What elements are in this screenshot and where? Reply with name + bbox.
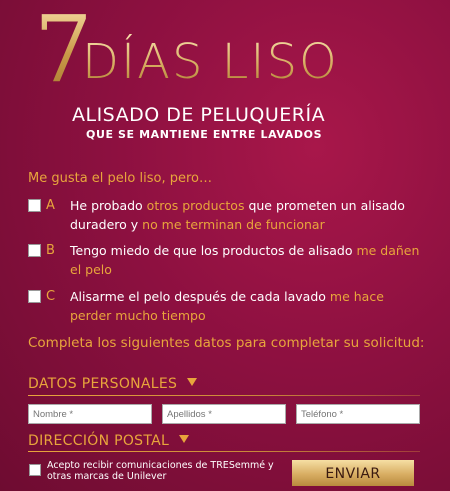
option-a-checkbox[interactable]: [28, 199, 41, 212]
option-c-text: Alisarme el pelo después de cada lavado …: [70, 287, 420, 325]
hero-tagline: QUE SE MANTIENE ENTRE LAVADOS: [86, 128, 323, 141]
telefono-field[interactable]: [296, 404, 420, 424]
option-c-checkbox[interactable]: [28, 290, 41, 303]
option-text-part: He probado: [70, 198, 147, 213]
consent-checkbox[interactable]: [29, 464, 41, 476]
option-b-checkbox[interactable]: [28, 244, 41, 257]
divider: [28, 395, 420, 396]
hero-banner: 7 DÍAS LISO ALISADO DE PELUQUERÍA QUE SE…: [0, 0, 450, 150]
section-postal-label: DIRECCIÓN POSTAL: [28, 433, 170, 449]
option-a-letter: A: [46, 198, 55, 213]
divider: [28, 451, 420, 452]
option-c-letter: C: [46, 289, 56, 304]
section-postal-header[interactable]: DIRECCIÓN POSTAL: [28, 433, 190, 449]
hero-title: DÍAS LISO: [82, 34, 339, 90]
section-personal-header[interactable]: DATOS PERSONALES: [28, 376, 198, 392]
hero-subtitle: ALISADO DE PELUQUERÍA: [72, 104, 326, 126]
send-button[interactable]: ENVIAR: [292, 460, 414, 486]
triangle-down-icon[interactable]: [179, 435, 190, 443]
form-instructions: Completa los siguientes datos para compl…: [28, 335, 425, 351]
option-text-part: Alisarme el pelo después de cada lavado: [70, 289, 330, 304]
triangle-down-icon[interactable]: [187, 378, 198, 386]
option-text-part: Tengo miedo de que los productos de alis…: [70, 243, 357, 258]
section-personal-label: DATOS PERSONALES: [28, 376, 178, 392]
intro-text: Me gusta el pelo liso, pero…: [28, 171, 212, 186]
highlight-text: otros productos: [146, 198, 245, 213]
consent-text: Acepto recibir comunicaciones de TRESemm…: [47, 460, 274, 482]
apellidos-field[interactable]: [162, 404, 286, 424]
option-b-text: Tengo miedo de que los productos de alis…: [70, 241, 420, 279]
nombre-field[interactable]: [28, 404, 152, 424]
option-a-text: He probado otros productos que prometen …: [70, 196, 420, 234]
option-b-letter: B: [46, 243, 55, 258]
highlight-text: no me terminan de funcionar: [142, 217, 325, 232]
